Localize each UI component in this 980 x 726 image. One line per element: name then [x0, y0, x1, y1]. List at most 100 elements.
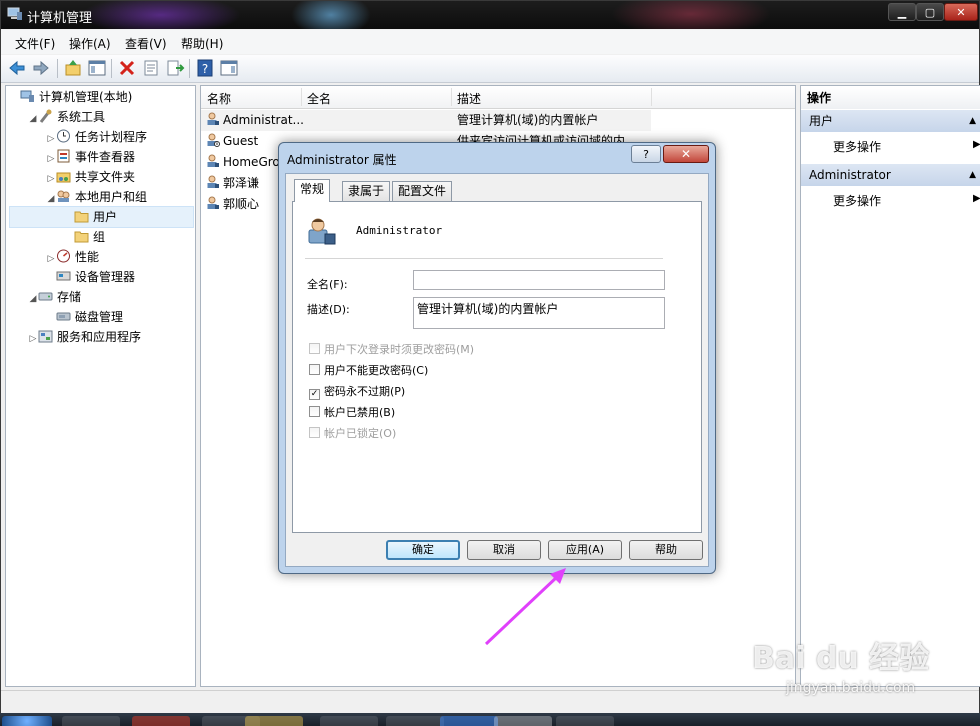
checkbox-icon[interactable]	[309, 406, 320, 417]
show-hide-tree-icon[interactable]	[87, 58, 107, 78]
show-hide-action-pane-icon[interactable]	[219, 58, 239, 78]
expanded-arrow-icon[interactable]: ◢	[28, 109, 38, 129]
account-option-checkbox[interactable]: 帐户已禁用(B)	[309, 404, 395, 420]
checkbox-label: 帐户已禁用(B)	[324, 406, 396, 419]
ok-button[interactable]: 确定	[386, 540, 460, 560]
back-icon[interactable]	[7, 58, 27, 78]
watermark-url: jingyan.baidu.com	[786, 680, 916, 696]
action-section-administrator[interactable]: Administrator ▲	[801, 164, 980, 186]
expanded-arrow-icon[interactable]: ◢	[28, 289, 38, 309]
tree-item-label: 性能	[75, 250, 100, 264]
collapse-caret-icon[interactable]: ▲	[969, 110, 976, 132]
svg-text:?: ?	[202, 62, 208, 76]
more-actions-link[interactable]: 更多操作	[833, 138, 881, 155]
collapsed-arrow-icon[interactable]: ▷	[28, 329, 38, 349]
tree-item[interactable]: ▷ 共享文件夹	[10, 167, 193, 187]
column-header-fullname[interactable]: 全名	[307, 90, 331, 107]
description-input[interactable]: 管理计算机(域)的内置帐户	[413, 297, 665, 329]
column-separator[interactable]	[451, 88, 452, 106]
column-separator[interactable]	[651, 88, 652, 106]
administrator-properties-dialog: Administrator 属性 ? ✕ 常规 隶属于 配置文件 Adminis…	[278, 142, 716, 574]
close-button[interactable]: ✕	[944, 3, 978, 21]
apply-button[interactable]: 应用(A)	[548, 540, 622, 560]
taskbar-app[interactable]	[440, 716, 498, 726]
help-button[interactable]: 帮助	[629, 540, 703, 560]
storage-icon	[38, 292, 53, 301]
column-header-name[interactable]: 名称	[207, 90, 231, 107]
forward-icon[interactable]	[31, 58, 51, 78]
tree-item[interactable]: 组	[10, 227, 193, 247]
expanded-arrow-icon[interactable]: ◢	[46, 189, 56, 209]
collapsed-arrow-icon[interactable]: ▷	[46, 129, 56, 149]
tree-item[interactable]: ▷ 任务计划程序	[10, 127, 193, 147]
tab-member-of[interactable]: 隶属于	[342, 181, 391, 201]
up-folder-icon[interactable]	[63, 58, 83, 78]
table-row[interactable]: Administrat... 管理计算机(域)的内置帐户	[201, 110, 651, 131]
more-actions-link[interactable]: 更多操作	[833, 192, 881, 209]
tree-item[interactable]: 用户	[9, 206, 194, 228]
taskbar-app[interactable]	[494, 716, 552, 726]
annotation-arrow-icon	[484, 568, 566, 646]
tab-general[interactable]: 常规	[294, 179, 331, 202]
collapsed-arrow-icon[interactable]: ▷	[46, 169, 56, 189]
tree-item[interactable]: 计算机管理(本地)	[10, 87, 193, 107]
tree-item[interactable]: 设备管理器	[10, 267, 193, 287]
properties-icon[interactable]	[141, 58, 161, 78]
collapse-caret-icon[interactable]: ▲	[969, 164, 976, 186]
checkbox-label: 用户不能更改密码(C)	[324, 364, 429, 377]
menu-view[interactable]: 查看(V)	[125, 35, 167, 52]
tab-profile[interactable]: 配置文件	[392, 181, 453, 201]
account-option-checkbox[interactable]: ✓ 密码永不过期(P)	[309, 383, 405, 400]
tree-item[interactable]: ◢ 系统工具	[10, 107, 193, 127]
tree-item[interactable]: ▷ 事件查看器	[10, 147, 193, 167]
toolbar-separator	[189, 59, 190, 78]
taskbar-app[interactable]	[386, 716, 444, 726]
checkbox-checked-icon[interactable]: ✓	[309, 389, 320, 400]
tree-item-label: 本地用户和组	[75, 190, 148, 204]
system-tools-icon	[39, 109, 52, 123]
menu-file[interactable]: 文件(F)	[15, 35, 55, 52]
tree-item[interactable]: ◢ 本地用户和组	[10, 187, 193, 207]
tree-rows: 计算机管理(本地) ◢ 系统工具 ▷ 任务计划程序 ▷ 事件查看器 ▷ 共享文件夹 ◢ 本地用户和组…	[9, 87, 194, 347]
tree-item-label: 系统工具	[57, 110, 106, 124]
console-tree: 计算机管理(本地) ◢ 系统工具 ▷ 任务计划程序 ▷ 事件查看器 ▷ 共享文件夹 ◢ 本地用户和组…	[5, 85, 196, 687]
performance-icon	[57, 249, 70, 263]
fullname-input[interactable]	[413, 270, 665, 290]
tree-item[interactable]: 磁盘管理	[10, 307, 193, 327]
tree-item[interactable]: ◢ 存储	[10, 287, 193, 307]
toolbar-separator	[57, 59, 58, 78]
start-button[interactable]	[2, 716, 52, 726]
description-value: 管理计算机(域)的内置帐户	[417, 302, 559, 316]
taskbar-app[interactable]	[320, 716, 378, 726]
title-bar[interactable]: 计算机管理 ▁ ▢ ✕	[1, 1, 979, 29]
column-header-description[interactable]: 描述	[457, 90, 481, 107]
delete-icon[interactable]	[117, 58, 137, 78]
tree-item[interactable]: ▷ 性能	[10, 247, 193, 267]
export-list-icon[interactable]	[165, 58, 185, 78]
column-separator[interactable]	[301, 88, 302, 106]
menu-action[interactable]: 操作(A)	[69, 35, 111, 52]
menu-help[interactable]: 帮助(H)	[181, 35, 223, 52]
dialog-close-button[interactable]: ✕	[663, 145, 709, 163]
dialog-help-button[interactable]: ?	[631, 145, 661, 163]
taskbar-app[interactable]	[132, 716, 190, 726]
checkbox-icon	[309, 343, 320, 354]
checkbox-label: 帐户已锁定(O)	[324, 427, 397, 440]
account-option-checkbox[interactable]: 用户不能更改密码(C)	[309, 362, 428, 378]
maximize-button[interactable]: ▢	[916, 3, 944, 21]
taskbar-app[interactable]	[245, 716, 303, 726]
tree-item[interactable]: ▷ 服务和应用程序	[10, 327, 193, 347]
taskbar-app[interactable]	[556, 716, 614, 726]
dialog-body: 常规 隶属于 配置文件 Administrator 全名(F): 描述(D): …	[285, 173, 709, 567]
action-section-users[interactable]: 用户 ▲	[801, 110, 980, 132]
folder-icon	[74, 211, 89, 223]
collapsed-arrow-icon[interactable]: ▷	[46, 249, 56, 269]
help-icon[interactable]: ?	[195, 58, 215, 78]
checkbox-icon[interactable]	[309, 364, 320, 375]
tree-item-label: 服务和应用程序	[57, 330, 142, 344]
tree-item-label: 共享文件夹	[75, 170, 136, 184]
taskbar-app[interactable]	[62, 716, 120, 726]
minimize-button[interactable]: ▁	[888, 3, 916, 21]
collapsed-arrow-icon[interactable]: ▷	[46, 149, 56, 169]
cancel-button[interactable]: 取消	[467, 540, 541, 560]
